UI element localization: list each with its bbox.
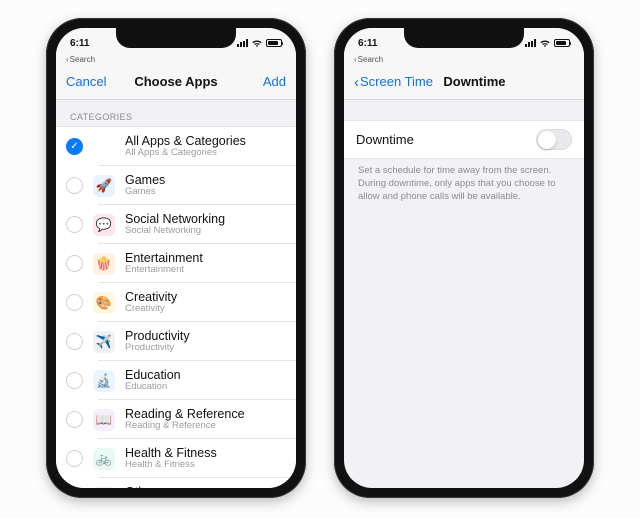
screen-right: 6:11 ‹Search ‹Screen Time Downtime Downt… <box>344 28 584 488</box>
row-title: Reading & Reference <box>125 407 245 421</box>
row-title: Health & Fitness <box>125 446 217 460</box>
dots-icon: ⋯ <box>93 487 115 489</box>
radio-button[interactable]: ✓ <box>66 138 83 155</box>
row-text: EntertainmentEntertainment <box>125 251 203 276</box>
notch <box>404 28 524 48</box>
row-text: EducationEducation <box>125 368 181 393</box>
status-time: 6:11 <box>358 38 377 49</box>
phone-right: 6:11 ‹Search ‹Screen Time Downtime Downt… <box>334 18 594 498</box>
category-row[interactable]: 🚀 GamesGames <box>56 166 296 205</box>
cancel-button[interactable]: Cancel <box>66 74 124 89</box>
category-row[interactable]: 🚲 Health & FitnessHealth & Fitness <box>56 439 296 478</box>
downtime-footnote: Set a schedule for time away from the sc… <box>344 159 584 203</box>
category-row[interactable]: 💬 Social NetworkingSocial Networking <box>56 205 296 244</box>
radio-button[interactable] <box>66 294 83 311</box>
row-text: CreativityCreativity <box>125 290 177 315</box>
category-row[interactable]: ✓ All Apps & CategoriesAll Apps & Categor… <box>56 127 296 166</box>
rocket-icon: 🚀 <box>93 175 115 197</box>
downtime-label: Downtime <box>356 132 414 147</box>
category-row[interactable]: 🔬 EducationEducation <box>56 361 296 400</box>
toggle-knob <box>538 131 556 149</box>
radio-button[interactable] <box>66 216 83 233</box>
row-text: ProductivityProductivity <box>125 329 190 354</box>
microscope-icon: 🔬 <box>93 370 115 392</box>
radio-button[interactable] <box>66 411 83 428</box>
row-title: Social Networking <box>125 212 225 226</box>
row-subtitle: Health & Fitness <box>125 460 217 471</box>
row-title: Creativity <box>125 290 177 304</box>
phone-left: 6:11 ‹Search Cancel Choose Apps Add Cate… <box>46 18 306 498</box>
paperplane-icon: ✈️ <box>93 331 115 353</box>
book-icon: 📖 <box>93 409 115 431</box>
row-title: Entertainment <box>125 251 203 265</box>
row-subtitle: Education <box>125 382 181 393</box>
category-row[interactable]: 🍿 EntertainmentEntertainment <box>56 244 296 283</box>
wifi-icon <box>539 39 551 48</box>
chevron-left-icon: ‹ <box>354 55 357 64</box>
wifi-icon <box>251 39 263 48</box>
status-icons <box>525 39 570 48</box>
nav-bar-choose-apps: Cancel Choose Apps Add <box>56 64 296 100</box>
row-subtitle: Entertainment <box>125 265 203 276</box>
nav-bar-downtime: ‹Screen Time Downtime <box>344 64 584 100</box>
cellular-icon <box>237 39 248 47</box>
radio-button[interactable] <box>66 255 83 272</box>
row-subtitle: Social Networking <box>125 226 225 237</box>
back-button[interactable]: ‹Screen Time <box>354 74 433 90</box>
nav-title: Downtime <box>433 74 516 89</box>
row-title: All Apps & Categories <box>125 134 246 148</box>
popcorn-icon: 🍿 <box>93 253 115 275</box>
row-title: Productivity <box>125 329 190 343</box>
row-text: OtherOther <box>125 485 156 488</box>
battery-icon <box>266 39 282 47</box>
row-subtitle: Reading & Reference <box>125 421 245 432</box>
add-button[interactable]: Add <box>228 74 286 89</box>
row-text: Social NetworkingSocial Networking <box>125 212 225 237</box>
notch <box>116 28 236 48</box>
row-subtitle: Games <box>125 187 165 198</box>
breadcrumb[interactable]: ‹Search <box>56 54 296 64</box>
downtime-toggle[interactable] <box>536 129 572 150</box>
radio-button[interactable] <box>66 177 83 194</box>
chevron-left-icon: ‹ <box>354 74 359 91</box>
row-text: Health & FitnessHealth & Fitness <box>125 446 217 471</box>
row-text: All Apps & CategoriesAll Apps & Categori… <box>125 134 246 159</box>
categories-list: ✓ All Apps & CategoriesAll Apps & Categor… <box>56 126 296 488</box>
row-title: Games <box>125 173 165 187</box>
breadcrumb[interactable]: ‹Search <box>344 54 584 64</box>
section-header-categories: Categories <box>56 100 296 126</box>
category-row[interactable]: ✈️ ProductivityProductivity <box>56 322 296 361</box>
radio-button[interactable] <box>66 333 83 350</box>
radio-button[interactable] <box>66 450 83 467</box>
nav-title: Choose Apps <box>124 74 228 89</box>
row-subtitle: All Apps & Categories <box>125 148 246 159</box>
battery-icon <box>554 39 570 47</box>
downtime-row: Downtime <box>344 120 584 159</box>
palette-icon: 🎨 <box>93 292 115 314</box>
screen-left: 6:11 ‹Search Cancel Choose Apps Add Cate… <box>56 28 296 488</box>
status-icons <box>237 39 282 48</box>
row-text: GamesGames <box>125 173 165 198</box>
row-text: Reading & ReferenceReading & Reference <box>125 407 245 432</box>
chevron-left-icon: ‹ <box>66 55 69 64</box>
category-row[interactable]: 🎨 CreativityCreativity <box>56 283 296 322</box>
cellular-icon <box>525 39 536 47</box>
radio-button[interactable] <box>66 372 83 389</box>
row-title: Other <box>125 485 156 488</box>
chat-icon: 💬 <box>93 214 115 236</box>
status-time: 6:11 <box>70 38 89 49</box>
category-row[interactable]: ⋯ OtherOther <box>56 478 296 488</box>
row-subtitle: Productivity <box>125 343 190 354</box>
category-row[interactable]: 📖 Reading & ReferenceReading & Reference <box>56 400 296 439</box>
row-subtitle: Creativity <box>125 304 177 315</box>
row-title: Education <box>125 368 181 382</box>
bike-icon: 🚲 <box>93 448 115 470</box>
